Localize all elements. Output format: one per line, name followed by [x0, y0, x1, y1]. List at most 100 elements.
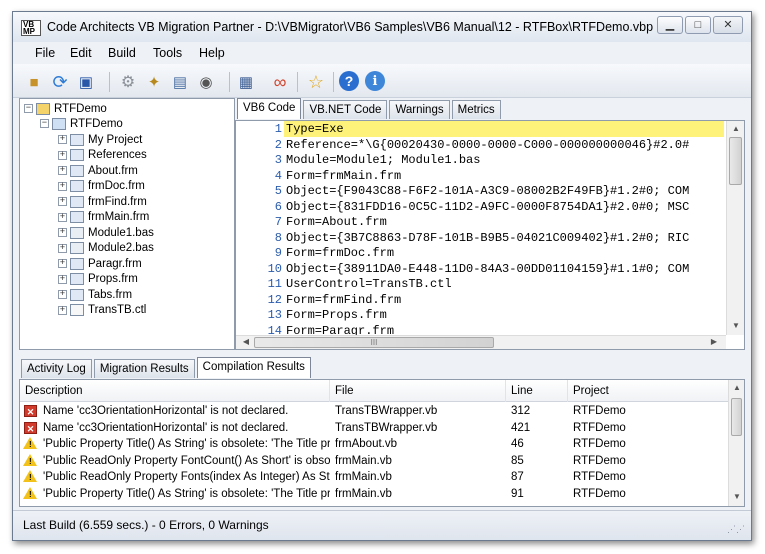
column-file[interactable]: File: [330, 380, 506, 402]
expand-icon[interactable]: +: [58, 243, 67, 253]
expand-icon[interactable]: +: [58, 197, 67, 206]
maximize-button[interactable]: □: [685, 16, 711, 34]
row-description: Name 'cc3OrientationHorizontal' is not d…: [43, 405, 289, 417]
tab-activity-log[interactable]: Activity Log: [21, 359, 92, 378]
tree-item-frmfind[interactable]: + frmFind.frm: [58, 194, 147, 209]
view-icon[interactable]: ◉: [195, 71, 217, 93]
expand-icon[interactable]: +: [58, 181, 67, 191]
results-grid[interactable]: Description File Line Project ✕ Name 'cc…: [19, 379, 745, 507]
settings-gear-icon[interactable]: ⚙: [117, 71, 139, 93]
toolbar-separator: [297, 72, 298, 92]
tab-vbnet-code[interactable]: VB.NET Code: [303, 100, 388, 119]
row-project: RTFDemo: [573, 487, 626, 500]
tree-item-my-project[interactable]: + My Project: [58, 132, 142, 147]
tree-item-module1[interactable]: + Module1.bas: [58, 225, 154, 240]
code-vertical-scrollbar[interactable]: ▲ ▼: [726, 121, 744, 335]
column-description[interactable]: Description: [20, 380, 330, 402]
info-icon[interactable]: i: [365, 71, 385, 91]
project-tree[interactable]: − RTFDemo − RTFDemo + My Project + Referen…: [19, 98, 235, 350]
table-row[interactable]: ✕ Name 'cc3OrientationHorizontal' is not…: [20, 420, 728, 437]
scroll-down-arrow-icon[interactable]: ▼: [728, 319, 744, 333]
scrollbar-thumb[interactable]: [729, 137, 742, 185]
column-project[interactable]: Project: [568, 380, 728, 402]
collapse-icon[interactable]: −: [24, 104, 33, 113]
tree-item-module2[interactable]: + Module2.bas: [58, 241, 154, 256]
tree-project[interactable]: − RTFDemo: [40, 116, 123, 131]
table-row[interactable]: ! 'Public ReadOnly Property FontCount() …: [20, 453, 728, 470]
tree-item-props[interactable]: + Props.frm: [58, 272, 138, 287]
tree-item-about[interactable]: + About.frm: [58, 163, 138, 178]
resize-grip-icon[interactable]: ⋰⋰: [727, 524, 745, 535]
collapse-icon[interactable]: −: [40, 119, 49, 128]
tree-item-frmdoc[interactable]: + frmDoc.frm: [58, 179, 145, 194]
app-icon: VB MP: [21, 20, 41, 36]
compile-icon[interactable]: ▤: [169, 71, 191, 93]
expand-icon[interactable]: +: [58, 274, 67, 284]
tree-item-transtb[interactable]: + TransTB.ctl: [58, 303, 146, 318]
close-button[interactable]: ✕: [713, 16, 743, 34]
table-row[interactable]: ! 'Public Property Title() As String' is…: [20, 486, 728, 503]
results-vertical-scrollbar[interactable]: ▲ ▼: [728, 380, 744, 506]
expand-icon[interactable]: +: [58, 150, 67, 160]
row-file: TransTBWrapper.vb: [335, 405, 438, 417]
menu-help[interactable]: Help: [199, 46, 225, 60]
module-icon: [70, 226, 84, 239]
expand-icon[interactable]: +: [58, 290, 67, 299]
scrollbar-thumb[interactable]: [731, 398, 742, 436]
tab-warnings[interactable]: Warnings: [389, 100, 450, 119]
scroll-down-arrow-icon[interactable]: ▼: [729, 490, 744, 504]
scroll-left-arrow-icon[interactable]: ◀: [238, 335, 254, 349]
minimize-button[interactable]: ▁: [657, 16, 683, 34]
toolbar-separator: [109, 72, 110, 92]
save-icon[interactable]: ▣: [75, 71, 97, 93]
expand-icon[interactable]: +: [58, 305, 67, 315]
code-text[interactable]: Type=Exe Reference=*\G{00020430-0000-000…: [284, 121, 724, 335]
code-editor[interactable]: 1 2 3 4 5 6 7 8 9 10 11 12 13 14 Type=Ex…: [235, 120, 745, 350]
tree-item-frmmain[interactable]: + frmMain.frm: [58, 210, 149, 225]
link-icon[interactable]: ∞: [269, 71, 291, 93]
scroll-up-arrow-icon[interactable]: ▲: [728, 122, 744, 136]
scrollbar-thumb[interactable]: III: [254, 337, 494, 348]
scroll-right-arrow-icon[interactable]: ▶: [706, 335, 722, 349]
row-project: RTFDemo: [573, 454, 626, 467]
code-line: Form=About.frm: [286, 215, 387, 229]
table-row[interactable]: ✕ Name 'cc3OrientationHorizontal' is not…: [20, 403, 728, 420]
form-icon: [70, 164, 84, 177]
tree-root[interactable]: − RTFDemo: [24, 101, 107, 116]
tree-item-tabs[interactable]: + Tabs.frm: [58, 287, 132, 302]
refresh-icon[interactable]: ⟳: [49, 71, 71, 93]
grid-icon[interactable]: ▦: [235, 71, 257, 93]
table-row[interactable]: ! 'Public ReadOnly Property Fonts(index …: [20, 469, 728, 486]
tree-item-paragr[interactable]: + Paragr.frm: [58, 256, 142, 271]
tab-vb6-code[interactable]: VB6 Code: [237, 98, 302, 119]
form-icon: [70, 288, 84, 301]
expand-icon[interactable]: +: [58, 259, 67, 268]
tab-metrics[interactable]: Metrics: [451, 100, 501, 119]
tree-item-references[interactable]: + References: [58, 148, 147, 163]
tab-migration-results[interactable]: Migration Results: [93, 359, 195, 378]
menu-file[interactable]: File: [35, 46, 55, 60]
menu-edit[interactable]: Edit: [70, 46, 92, 60]
column-line[interactable]: Line: [506, 380, 568, 402]
title-bar[interactable]: VB MP Code Architects VB Migration Partn…: [13, 12, 751, 42]
table-row[interactable]: ! 'Public Property Title() As String' is…: [20, 436, 728, 453]
window-title: Code Architects VB Migration Partner - D…: [47, 20, 654, 34]
expand-icon[interactable]: +: [58, 135, 67, 144]
menu-tools[interactable]: Tools: [153, 46, 182, 60]
expand-icon[interactable]: +: [58, 228, 67, 237]
tab-compilation-results[interactable]: Compilation Results: [196, 357, 311, 378]
row-file: TransTBWrapper.vb: [335, 421, 438, 434]
open-folder-icon[interactable]: ■: [23, 71, 45, 93]
tree-item-label: About.frm: [88, 164, 138, 177]
expand-icon[interactable]: +: [58, 212, 67, 222]
results-panel: Activity Log Migration Results Compilati…: [19, 357, 745, 507]
favorite-star-icon[interactable]: ☆: [305, 71, 327, 93]
row-project: RTFDemo: [573, 405, 626, 417]
expand-icon[interactable]: +: [58, 166, 67, 175]
menu-build[interactable]: Build: [108, 46, 136, 60]
magic-wand-icon[interactable]: ✦: [143, 71, 165, 93]
scroll-up-arrow-icon[interactable]: ▲: [729, 381, 744, 395]
code-horizontal-scrollbar[interactable]: ◀ III ▶: [236, 335, 726, 349]
help-icon[interactable]: ?: [339, 71, 359, 91]
line-number: 9: [274, 246, 282, 260]
